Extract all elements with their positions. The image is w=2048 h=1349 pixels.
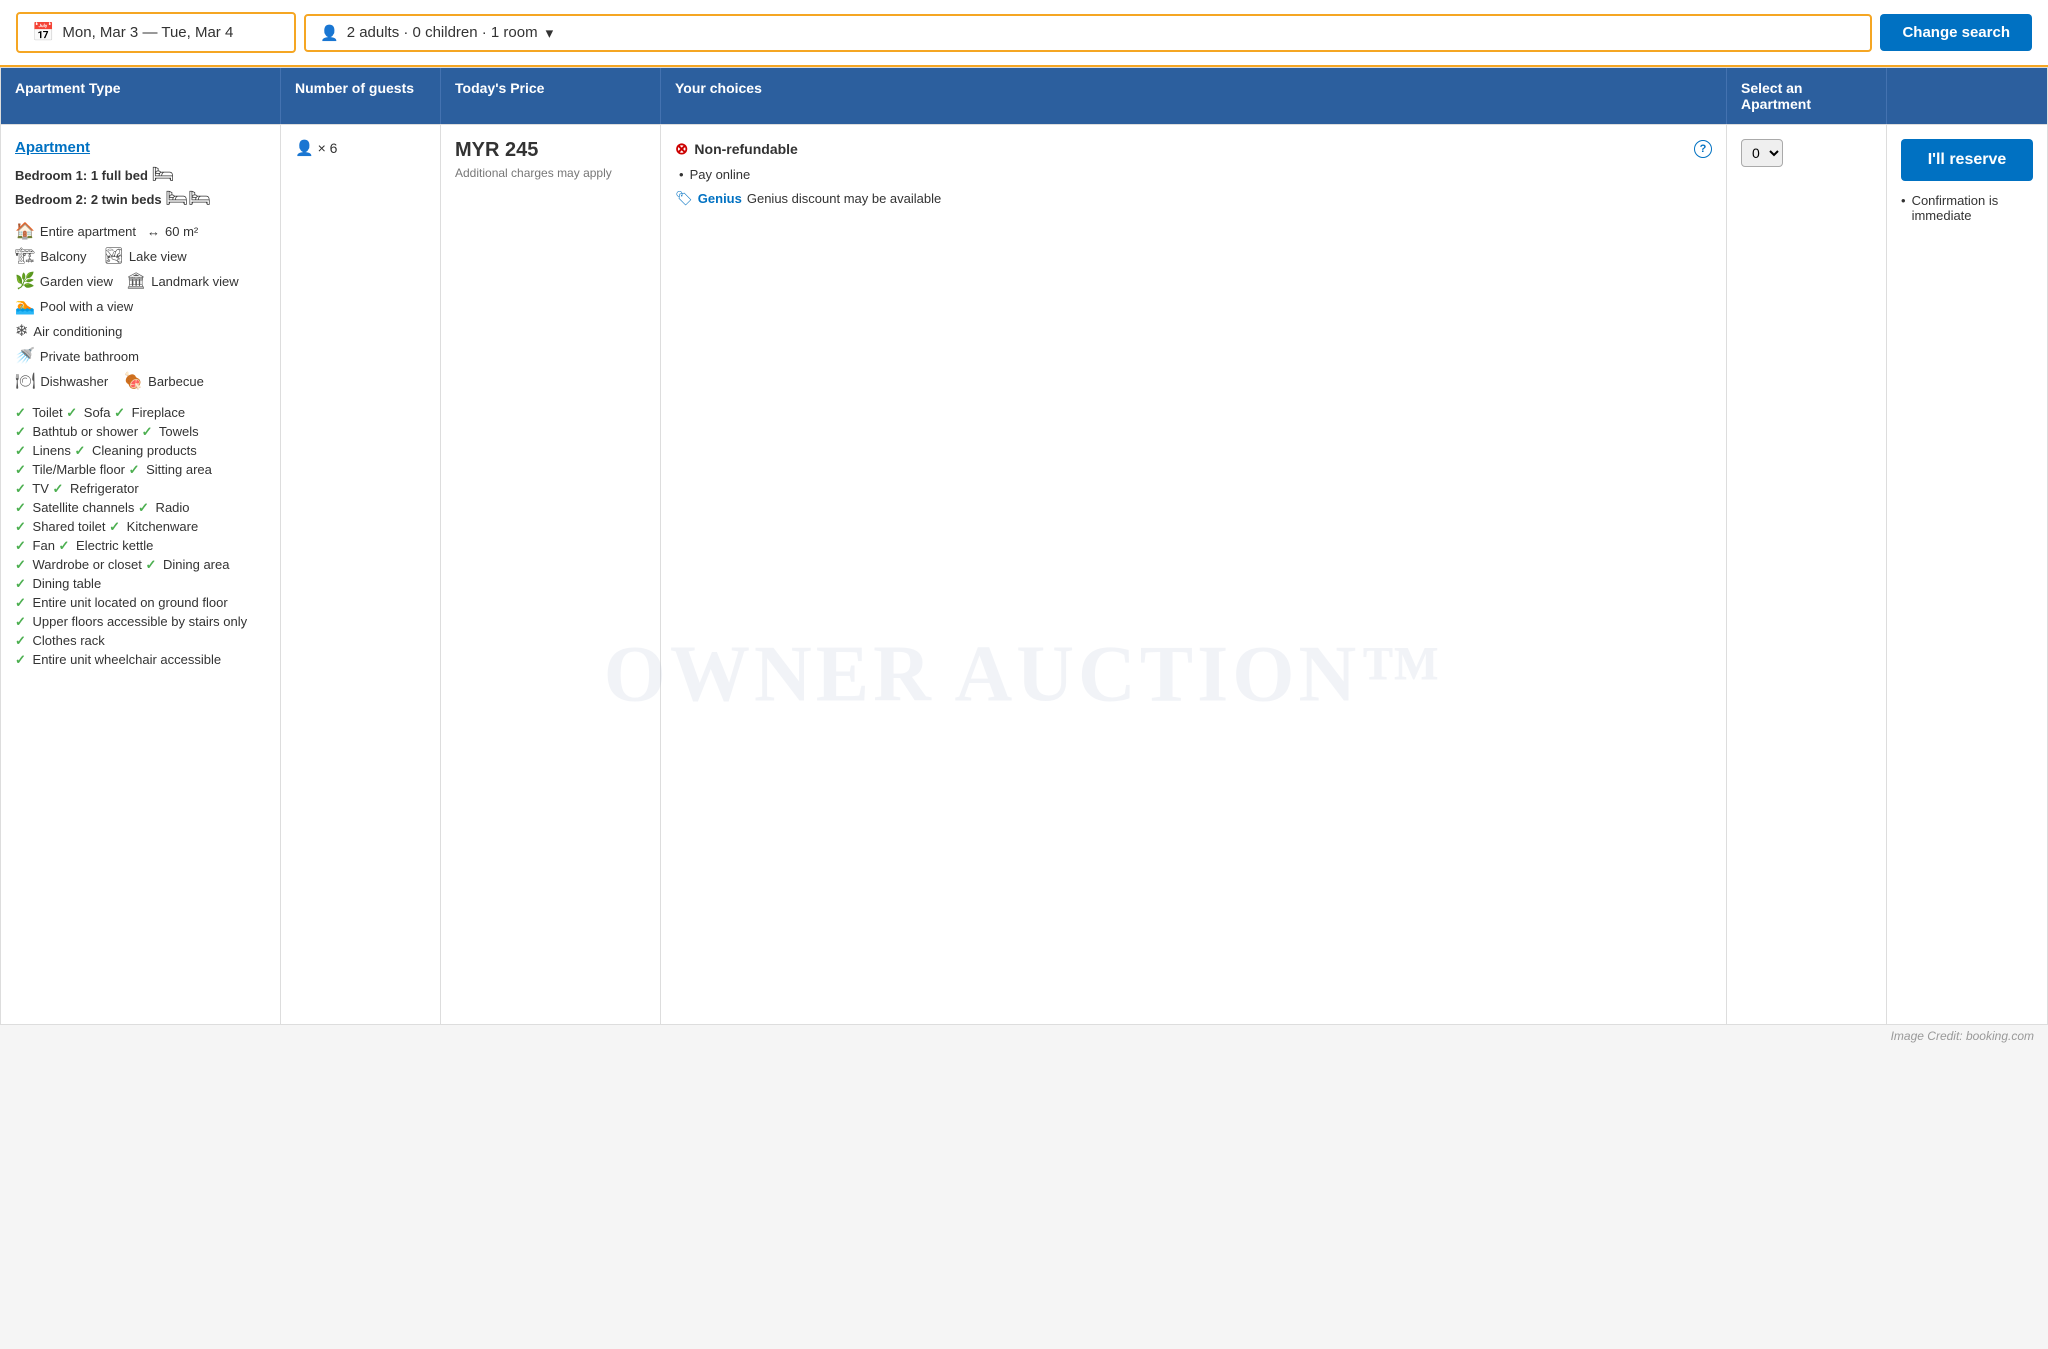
pool-icon: 🏊: [15, 296, 35, 316]
pay-online-text: Pay online: [690, 167, 751, 182]
header-apt-type: Apartment Type: [1, 68, 281, 124]
header-choices: Your choices: [661, 68, 1727, 124]
amenity-dishwasher-bbq: 🍽 Dishwasher 🍖 Barbecue: [15, 371, 266, 391]
choices-cell: ⊗ Non-refundable ? Pay online 🏷 Genius G…: [661, 125, 1727, 1024]
table-body: Apartment Bedroom 1: 1 full bed 🛏 Bedroo…: [1, 124, 2047, 1024]
header-guests: Number of guests: [281, 68, 441, 124]
amenity-balcony: 🏗 Balcony 🏞 Lake view: [15, 246, 266, 266]
guests-count: × 6: [318, 140, 338, 156]
check-item: ✓ Wardrobe or closet ✓ Dining area: [15, 557, 266, 573]
check-item: ✓ Bathtub or shower ✓ Towels: [15, 424, 266, 440]
checklist: ✓ Toilet ✓ Sofa ✓ Fireplace ✓ Bathtub or…: [15, 405, 266, 668]
calendar-icon: 📅: [32, 22, 54, 43]
guests-text: 2 adults · 0 children · 1 room: [347, 24, 538, 41]
help-icon[interactable]: ?: [1694, 140, 1712, 158]
check-item: ✓ Shared toilet ✓ Kitchenware: [15, 519, 266, 535]
confirmation-note: Confirmation is immediate: [1901, 193, 2033, 223]
check-item: ✓ Dining table: [15, 576, 266, 592]
select-cell: 0 1 2 3: [1727, 125, 1887, 1024]
landmark-icon: 🏛: [126, 271, 146, 291]
check-item: ✓ Clothes rack: [15, 633, 266, 649]
check-item: ✓ Tile/Marble floor ✓ Sitting area: [15, 462, 266, 478]
cancel-icon: ⊗: [675, 139, 688, 159]
amenity-bathroom: 🚿 Private bathroom: [15, 346, 266, 366]
availability-table: Apartment Type Number of guests Today's …: [0, 67, 2048, 1025]
non-refundable-label: Non-refundable: [694, 141, 797, 157]
check-item: ✓ Entire unit located on ground floor: [15, 595, 266, 611]
confirmation-text: Confirmation is immediate: [1912, 193, 2033, 223]
header-action: [1887, 68, 2047, 124]
genius-label: Genius: [698, 191, 742, 206]
table-header: Apartment Type Number of guests Today's …: [1, 68, 2047, 124]
check-item: ✓ Entire unit wheelchair accessible: [15, 652, 266, 668]
home-icon: 🏠: [15, 221, 35, 241]
amenities-list: 🏠 Entire apartment ↔ 60 m² 🏗 Balcony 🏞 L…: [15, 221, 266, 391]
check-item: ✓ Satellite channels ✓ Radio: [15, 500, 266, 516]
check-item: ✓ Fan ✓ Electric kettle: [15, 538, 266, 554]
tag-icon: 🏷: [675, 190, 693, 207]
check-item: ✓ TV ✓ Refrigerator: [15, 481, 266, 497]
non-refundable-row: ⊗ Non-refundable ?: [675, 139, 1712, 159]
change-search-button[interactable]: Change search: [1880, 14, 2032, 51]
price-note: Additional charges may apply: [455, 166, 646, 180]
header-select: Select an Apartment: [1727, 68, 1887, 124]
bedroom2-info: Bedroom 2: 2 twin beds 🛏🛏: [15, 188, 266, 209]
price-amount: MYR 245: [455, 139, 646, 162]
header-price: Today's Price: [441, 68, 661, 124]
guests-cell: 👤 × 6: [281, 125, 441, 1024]
bedroom1-info: Bedroom 1: 1 full bed 🛏: [15, 164, 266, 185]
date-picker[interactable]: 📅 Mon, Mar 3 — Tue, Mar 4: [16, 12, 296, 53]
amenity-garden: 🌿 Garden view 🏛 Landmark view: [15, 271, 266, 291]
bathroom-icon: 🚿: [15, 346, 35, 366]
chevron-down-icon: ▾: [546, 24, 554, 42]
guests-selector[interactable]: 👤 2 adults · 0 children · 1 room ▾: [304, 14, 1872, 52]
apt-type-cell: Apartment Bedroom 1: 1 full bed 🛏 Bedroo…: [1, 125, 281, 1024]
search-bar: 📅 Mon, Mar 3 — Tue, Mar 4 👤 2 adults · 0…: [0, 0, 2048, 67]
genius-row: 🏷 Genius Genius discount may be availabl…: [675, 190, 1712, 207]
bed-icon-1: 🛏: [152, 164, 175, 185]
check-item: ✓ Toilet ✓ Sofa ✓ Fireplace: [15, 405, 266, 421]
genius-text: Genius discount may be available: [747, 191, 941, 206]
amenity-aircon: ❄ Air conditioning: [15, 321, 266, 341]
image-credit: Image Credit: booking.com: [0, 1025, 2048, 1047]
balcony-icon: 🏗: [15, 246, 35, 266]
pay-online-row: Pay online: [675, 167, 1712, 182]
price-cell: MYR 245 Additional charges may apply: [441, 125, 661, 1024]
aircon-icon: ❄: [15, 321, 28, 341]
quantity-select[interactable]: 0 1 2 3: [1741, 139, 1783, 167]
reserve-cell: I'll reserve Confirmation is immediate: [1887, 125, 2047, 1024]
bed-icon-2: 🛏🛏: [165, 188, 211, 209]
lake-view-icon: 🏞: [104, 246, 124, 266]
person-icon: 👤: [295, 140, 314, 157]
amenity-pool: 🏊 Pool with a view: [15, 296, 266, 316]
reserve-button[interactable]: I'll reserve: [1901, 139, 2033, 181]
date-range-text: Mon, Mar 3 — Tue, Mar 4: [62, 24, 233, 41]
amenity-entire-apt: 🏠 Entire apartment ↔ 60 m²: [15, 221, 266, 241]
person-icon: 👤: [320, 24, 339, 42]
check-item: ✓ Upper floors accessible by stairs only: [15, 614, 266, 630]
garden-icon: 🌿: [15, 271, 35, 291]
check-item: ✓ Linens ✓ Cleaning products: [15, 443, 266, 459]
apartment-link[interactable]: Apartment: [15, 139, 266, 156]
dishwasher-icon: 🍽: [15, 371, 35, 391]
bbq-icon: 🍖: [123, 371, 143, 391]
